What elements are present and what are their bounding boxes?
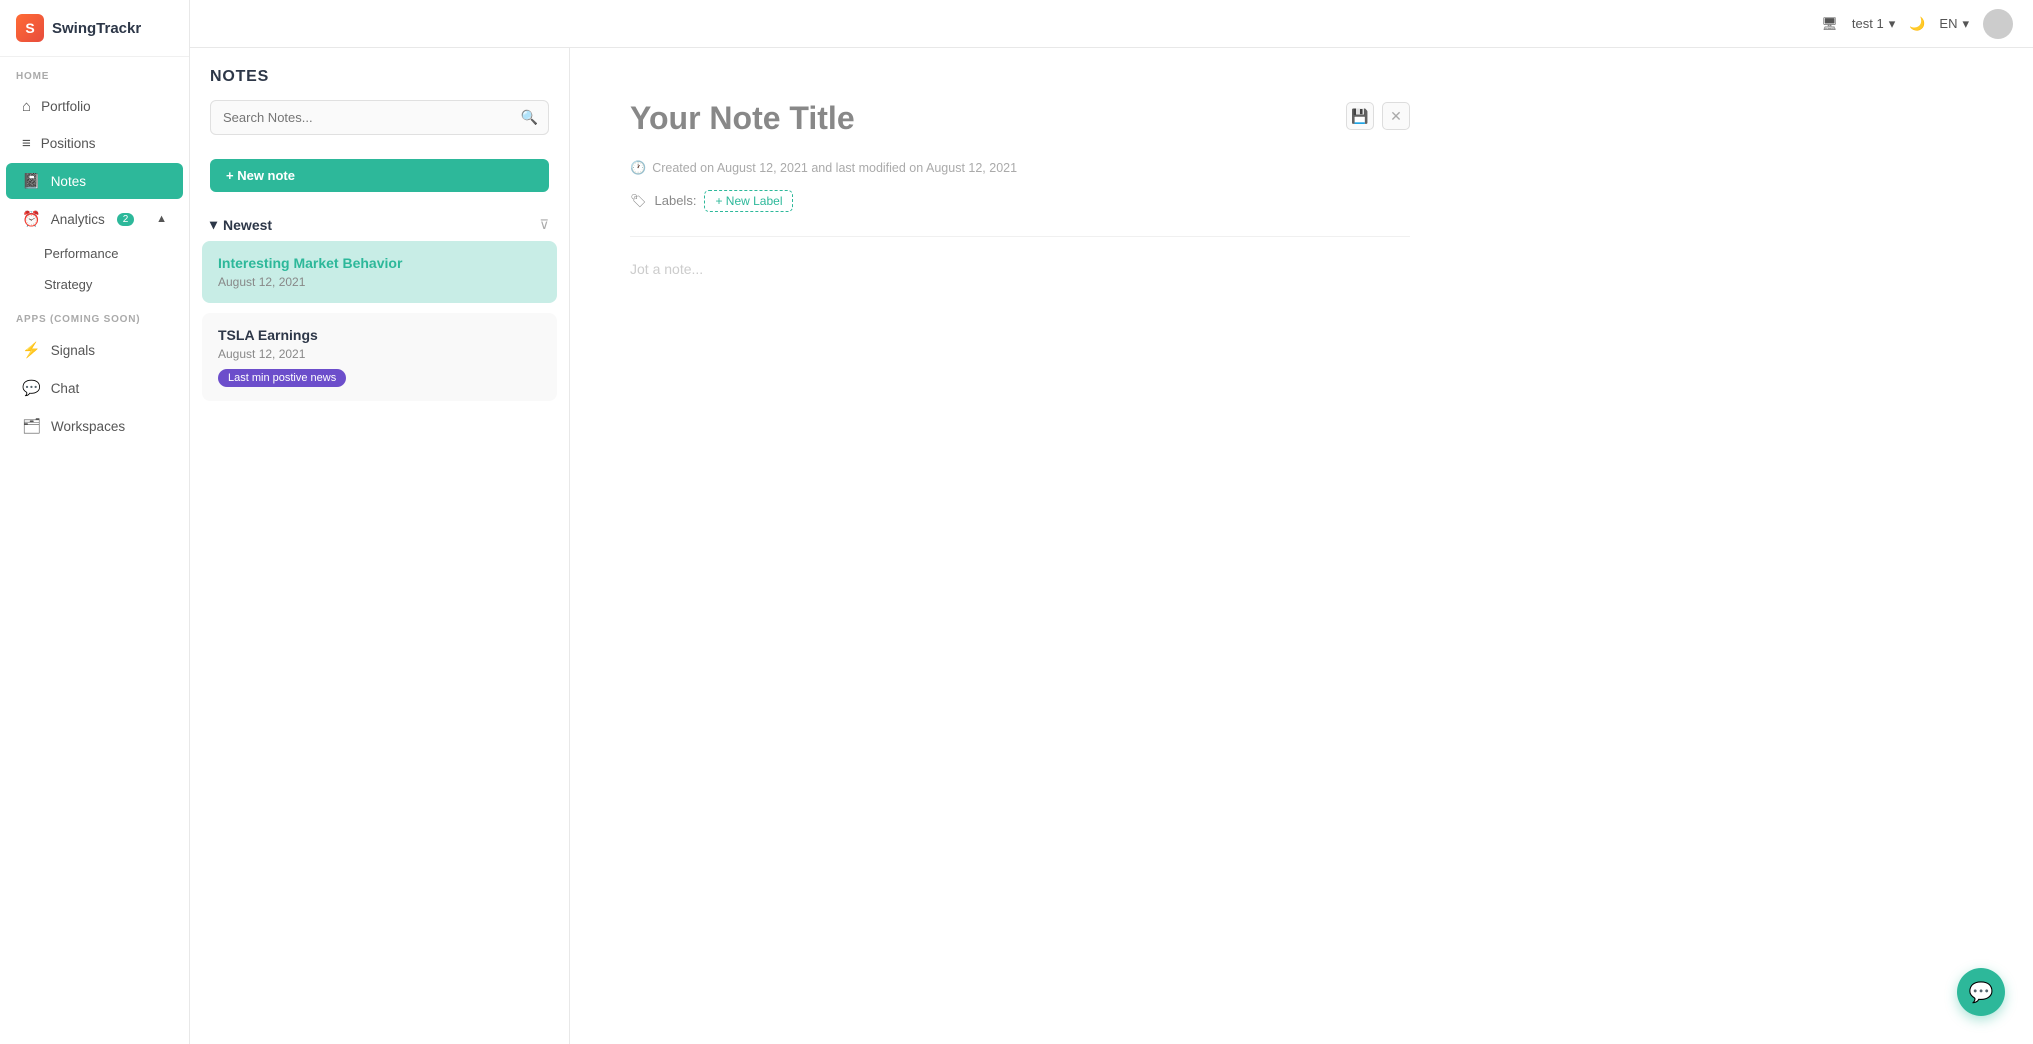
fab-chat-button[interactable]: 💬 (1957, 968, 2005, 1016)
sidebar-sub-label: Strategy (44, 277, 92, 292)
home-icon: ⌂ (22, 98, 31, 115)
new-label-text: + New Label (715, 194, 782, 208)
notes-title: NOTES (210, 68, 549, 86)
logo-icon: S (16, 14, 44, 42)
logo-text: SwingTrackr (52, 20, 141, 37)
topbar-language[interactable]: EN ▾ (1939, 16, 1969, 32)
editor-content[interactable]: Jot a note... (630, 261, 1410, 277)
tag-icon: 🏷 (630, 193, 647, 209)
editor-divider (630, 236, 1410, 237)
sidebar-item-workspaces[interactable]: 🗂 Workspaces (6, 408, 183, 444)
clock-icon: 🕐 (630, 160, 646, 176)
note-tag: Last min postive news (218, 369, 346, 387)
sidebar-item-positions[interactable]: ≡ Positions (6, 126, 183, 161)
topbar-theme-toggle[interactable]: 🌙 (1909, 16, 1925, 32)
new-label-button[interactable]: + New Label (704, 190, 793, 212)
filter-icon[interactable]: ⊽ (539, 217, 549, 233)
editor-title-row: Your Note Title 💾 ✕ (630, 98, 1410, 140)
close-button[interactable]: ✕ (1382, 102, 1410, 130)
editor-inner: Your Note Title 💾 ✕ 🕐 Created on August … (570, 48, 1470, 1044)
sidebar-item-label: Chat (51, 381, 80, 396)
notes-header: NOTES 🔍 (190, 48, 569, 149)
topbar: 🖥 test 1 ▾ 🌙 EN ▾ (190, 0, 2033, 48)
notes-section-header: ▾ Newest ⊽ (202, 206, 557, 241)
notes-list: ▾ Newest ⊽ Interesting Market Behavior A… (190, 206, 569, 1044)
notes-panel: NOTES 🔍 + New note ▾ Newest ⊽ Interestin… (190, 48, 570, 1044)
chevron-up-icon: ▲ (156, 213, 167, 225)
sidebar-item-label: Positions (41, 136, 96, 151)
workspaces-icon: 🗂 (22, 417, 41, 435)
sidebar-item-label: Portfolio (41, 99, 91, 114)
chevron-down-icon: ▾ (1889, 16, 1896, 32)
sidebar-section-apps: APPS (COMING SOON) (0, 300, 189, 331)
labels-label: Labels: (655, 193, 697, 208)
editor-meta: 🕐 Created on August 12, 2021 and last mo… (630, 160, 1410, 176)
sidebar-item-notes[interactable]: 📓 Notes (6, 163, 183, 199)
sidebar-item-label: Signals (51, 343, 95, 358)
sidebar-item-label: Notes (51, 174, 86, 189)
save-icon: 💾 (1351, 108, 1368, 125)
note-card-date: August 12, 2021 (218, 347, 541, 361)
sidebar-item-analytics[interactable]: ⏰ Analytics 2 ▲ (6, 201, 183, 237)
save-button[interactable]: 💾 (1346, 102, 1374, 130)
topbar-user[interactable]: test 1 ▾ (1852, 16, 1895, 32)
notes-icon: 📓 (22, 172, 41, 190)
analytics-icon: ⏰ (22, 210, 41, 228)
chat-icon: 💬 (22, 379, 41, 397)
moon-icon: 🌙 (1909, 16, 1925, 32)
close-icon: ✕ (1390, 108, 1402, 125)
sidebar-item-chat[interactable]: 💬 Chat (6, 370, 183, 406)
sidebar-item-signals[interactable]: ⚡ Signals (6, 332, 183, 368)
analytics-badge: 2 (117, 213, 135, 226)
chevron-down-icon: ▾ (1962, 16, 1969, 32)
screen-icon: 🖥 (1821, 16, 1838, 32)
editor-meta-text: Created on August 12, 2021 and last modi… (652, 161, 1017, 175)
note-card-date: August 12, 2021 (218, 275, 541, 289)
note-card-title: Interesting Market Behavior (218, 255, 541, 271)
note-card-1[interactable]: Interesting Market Behavior August 12, 2… (202, 241, 557, 303)
language-label: EN (1939, 16, 1957, 31)
logo: S SwingTrackr (0, 0, 189, 57)
sidebar: S SwingTrackr HOME ⌂ Portfolio ≡ Positio… (0, 0, 190, 1044)
sidebar-item-portfolio[interactable]: ⌂ Portfolio (6, 89, 183, 124)
sidebar-section-home: HOME (0, 57, 189, 88)
main-area: 🖥 test 1 ▾ 🌙 EN ▾ NOTES 🔍 + New note (190, 0, 2033, 1044)
editor-actions: 💾 ✕ (1346, 102, 1410, 130)
notes-section-title: ▾ Newest (210, 216, 272, 233)
sidebar-item-label: Workspaces (51, 419, 125, 434)
new-note-button[interactable]: + New note (210, 159, 549, 192)
search-button[interactable]: 🔍 (511, 101, 548, 134)
sidebar-item-performance[interactable]: Performance (6, 239, 183, 268)
sidebar-item-strategy[interactable]: Strategy (6, 270, 183, 299)
search-input[interactable] (211, 102, 511, 133)
sidebar-item-label: Analytics (51, 212, 105, 227)
content-area: NOTES 🔍 + New note ▾ Newest ⊽ Interestin… (190, 48, 2033, 1044)
topbar-screen-icon: 🖥 (1821, 16, 1838, 32)
sidebar-sub-label: Performance (44, 246, 118, 261)
note-card-2[interactable]: TSLA Earnings August 12, 2021 Last min p… (202, 313, 557, 401)
editor-area: Your Note Title 💾 ✕ 🕐 Created on August … (570, 48, 2033, 1044)
positions-icon: ≡ (22, 135, 31, 152)
signals-icon: ⚡ (22, 341, 41, 359)
note-card-title: TSLA Earnings (218, 327, 541, 343)
search-bar: 🔍 (210, 100, 549, 135)
editor-title[interactable]: Your Note Title (630, 98, 1330, 140)
editor-labels: 🏷 Labels: + New Label (630, 190, 1410, 212)
chevron-down-icon: ▾ (210, 216, 217, 233)
topbar-user-label: test 1 (1852, 16, 1884, 31)
chat-fab-icon: 💬 (1969, 980, 1994, 1005)
topbar-avatar[interactable] (1983, 9, 2013, 39)
